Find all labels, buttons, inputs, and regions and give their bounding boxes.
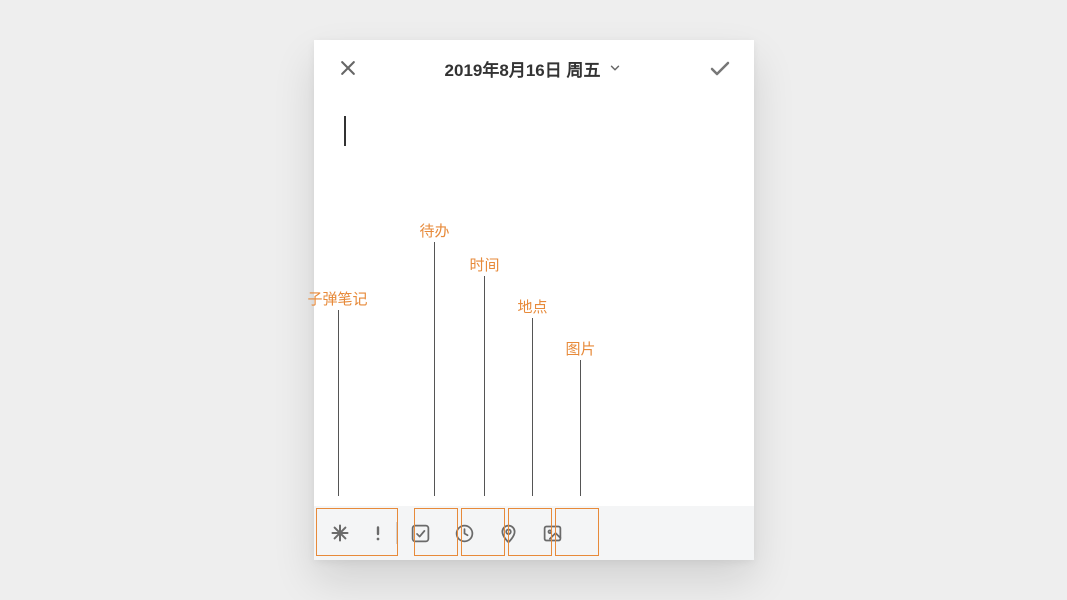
todo-button[interactable] bbox=[399, 511, 443, 555]
chevron-down-icon bbox=[608, 61, 622, 75]
editor-toolbar bbox=[314, 506, 754, 560]
priority-button[interactable] bbox=[362, 511, 394, 555]
clock-icon bbox=[454, 523, 475, 544]
note-input-area[interactable]: 子弹笔记 待办 时间 地点 图片 bbox=[314, 96, 754, 506]
date-label: 2019年8月16日 周五 bbox=[445, 56, 601, 81]
image-icon bbox=[542, 523, 563, 544]
leader-line bbox=[338, 310, 339, 496]
callout-todo: 待办 bbox=[420, 220, 450, 241]
check-icon bbox=[708, 56, 732, 80]
text-cursor bbox=[344, 116, 346, 146]
asterisk-icon bbox=[330, 523, 350, 543]
exclamation-icon bbox=[369, 523, 387, 543]
note-editor-screen: 2019年8月16日 周五 子弹笔记 待办 时间 地点 图片 bbox=[314, 40, 754, 560]
toolbar-divider bbox=[396, 522, 397, 544]
callout-image: 图片 bbox=[566, 338, 596, 359]
location-button[interactable] bbox=[487, 511, 531, 555]
callout-bullet-note: 子弹笔记 bbox=[308, 288, 368, 309]
leader-line bbox=[532, 318, 533, 496]
time-button[interactable] bbox=[443, 511, 487, 555]
leader-line bbox=[580, 360, 581, 496]
checkbox-icon bbox=[410, 523, 431, 544]
leader-line bbox=[484, 276, 485, 496]
leader-line bbox=[434, 242, 435, 496]
close-icon bbox=[338, 58, 358, 78]
image-button[interactable] bbox=[531, 511, 575, 555]
date-picker[interactable]: 2019年8月16日 周五 bbox=[445, 56, 623, 81]
location-pin-icon bbox=[498, 523, 519, 544]
close-button[interactable] bbox=[330, 50, 366, 86]
callout-time: 时间 bbox=[470, 254, 500, 275]
editor-header: 2019年8月16日 周五 bbox=[314, 40, 754, 96]
bullet-asterisk-button[interactable] bbox=[318, 511, 362, 555]
callout-location: 地点 bbox=[518, 296, 548, 317]
confirm-button[interactable] bbox=[702, 50, 738, 86]
